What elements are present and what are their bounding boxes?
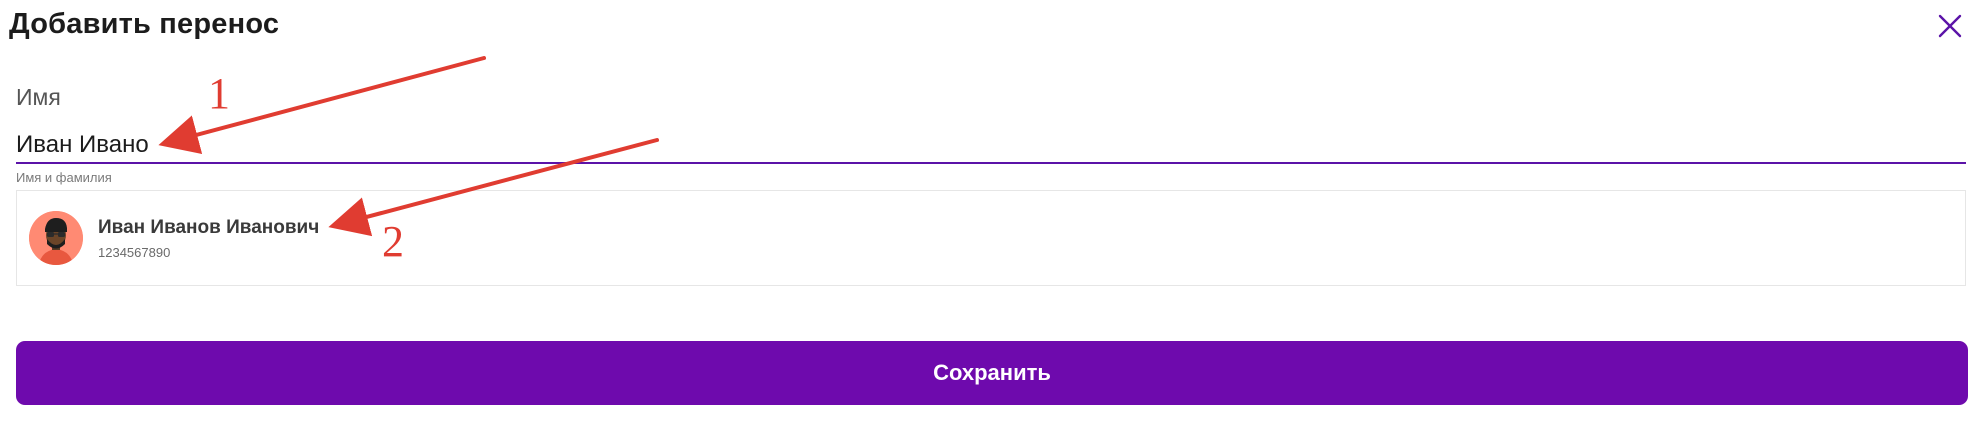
add-transfer-dialog: Добавить перенос Имя Имя и фамилия — [0, 0, 1984, 431]
save-button[interactable]: Сохранить — [16, 341, 1968, 405]
dialog-title: Добавить перенос — [9, 8, 280, 40]
user-avatar-icon — [29, 211, 83, 265]
suggestion-item[interactable]: Иван Иванов Иванович 1234567890 — [17, 191, 1965, 285]
suggestion-phone: 1234567890 — [98, 245, 171, 260]
name-input[interactable] — [16, 128, 1966, 164]
close-icon[interactable] — [1938, 14, 1962, 38]
suggestion-list: Иван Иванов Иванович 1234567890 — [16, 190, 1966, 286]
name-field-label: Имя — [16, 84, 61, 110]
annotation-marker-1: 1 — [208, 69, 230, 118]
name-field-hint: Имя и фамилия — [16, 170, 112, 185]
suggestion-name: Иван Иванов Иванович — [98, 217, 320, 238]
